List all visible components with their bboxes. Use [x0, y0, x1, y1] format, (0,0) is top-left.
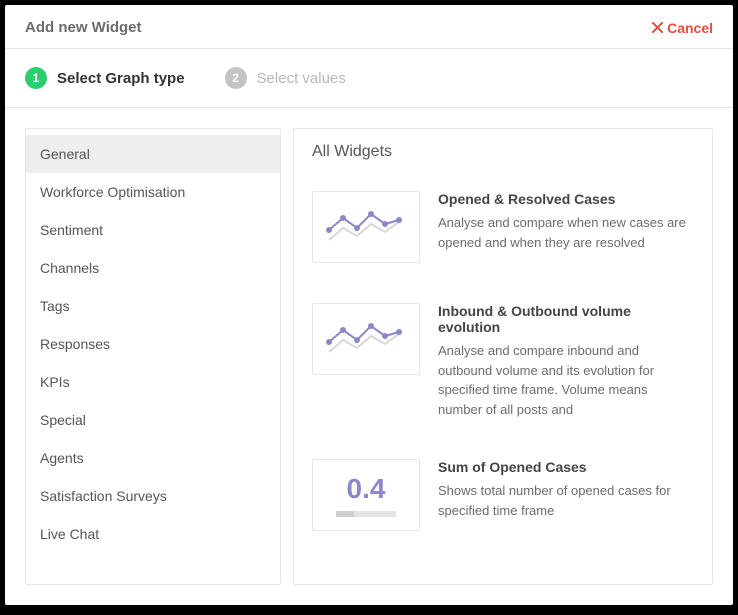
- sidebar-item-agents[interactable]: Agents: [26, 439, 280, 477]
- step-1[interactable]: 1 Select Graph type: [25, 67, 185, 89]
- step-2-badge: 2: [225, 67, 247, 89]
- line-chart-icon: [321, 202, 411, 252]
- line-chart-icon: [321, 314, 411, 364]
- modal-title: Add new Widget: [25, 19, 142, 36]
- widget-thumbnail: [312, 191, 420, 263]
- widget-info: Inbound & Outbound volume evolution Anal…: [438, 303, 694, 419]
- wizard-steps: 1 Select Graph type 2 Select values: [5, 49, 733, 108]
- widget-thumbnail: [312, 303, 420, 375]
- widget-card[interactable]: 0.4 Sum of Opened Cases Shows total numb…: [312, 439, 694, 551]
- close-icon: [652, 22, 663, 33]
- widget-card[interactable]: Inbound & Outbound volume evolution Anal…: [312, 283, 694, 439]
- step-2[interactable]: 2 Select values: [225, 67, 346, 89]
- kpi-value: 0.4: [336, 473, 396, 505]
- widget-title: Inbound & Outbound volume evolution: [438, 303, 694, 335]
- widget-info: Opened & Resolved Cases Analyse and comp…: [438, 191, 694, 263]
- kpi-number-icon: 0.4: [336, 473, 396, 517]
- modal-header: Add new Widget Cancel: [5, 5, 733, 49]
- widget-info: Sum of Opened Cases Shows total number o…: [438, 459, 694, 531]
- sidebar-item-kpis[interactable]: KPIs: [26, 363, 280, 401]
- sidebar-item-channels[interactable]: Channels: [26, 249, 280, 287]
- widget-title: Sum of Opened Cases: [438, 459, 694, 475]
- sidebar-item-sentiment[interactable]: Sentiment: [26, 211, 280, 249]
- widget-desc: Analyse and compare inbound and outbound…: [438, 341, 694, 419]
- widget-panel: All Widgets Opened & Resolved Cases: [293, 128, 713, 585]
- widget-title: Opened & Resolved Cases: [438, 191, 694, 207]
- kpi-bar: [336, 511, 396, 517]
- widget-panel-title: All Widgets: [294, 129, 712, 171]
- step-1-badge: 1: [25, 67, 47, 89]
- sidebar-item-responses[interactable]: Responses: [26, 325, 280, 363]
- sidebar-item-surveys[interactable]: Satisfaction Surveys: [26, 477, 280, 515]
- sidebar-item-livechat[interactable]: Live Chat: [26, 515, 280, 553]
- step-2-label: Select values: [257, 70, 346, 87]
- add-widget-modal: Add new Widget Cancel 1 Select Graph typ…: [5, 5, 733, 605]
- sidebar-item-workforce[interactable]: Workforce Optimisation: [26, 173, 280, 211]
- step-1-label: Select Graph type: [57, 70, 185, 87]
- widget-list[interactable]: Opened & Resolved Cases Analyse and comp…: [294, 171, 712, 584]
- cancel-button[interactable]: Cancel: [652, 20, 713, 36]
- widget-desc: Shows total number of opened cases for s…: [438, 481, 694, 520]
- category-sidebar: General Workforce Optimisation Sentiment…: [25, 128, 281, 585]
- widget-desc: Analyse and compare when new cases are o…: [438, 213, 694, 252]
- cancel-label: Cancel: [667, 20, 713, 36]
- sidebar-item-general[interactable]: General: [26, 135, 280, 173]
- sidebar-item-tags[interactable]: Tags: [26, 287, 280, 325]
- modal-content: General Workforce Optimisation Sentiment…: [5, 108, 733, 605]
- sidebar-item-special[interactable]: Special: [26, 401, 280, 439]
- widget-thumbnail: 0.4: [312, 459, 420, 531]
- widget-card[interactable]: Opened & Resolved Cases Analyse and comp…: [312, 171, 694, 283]
